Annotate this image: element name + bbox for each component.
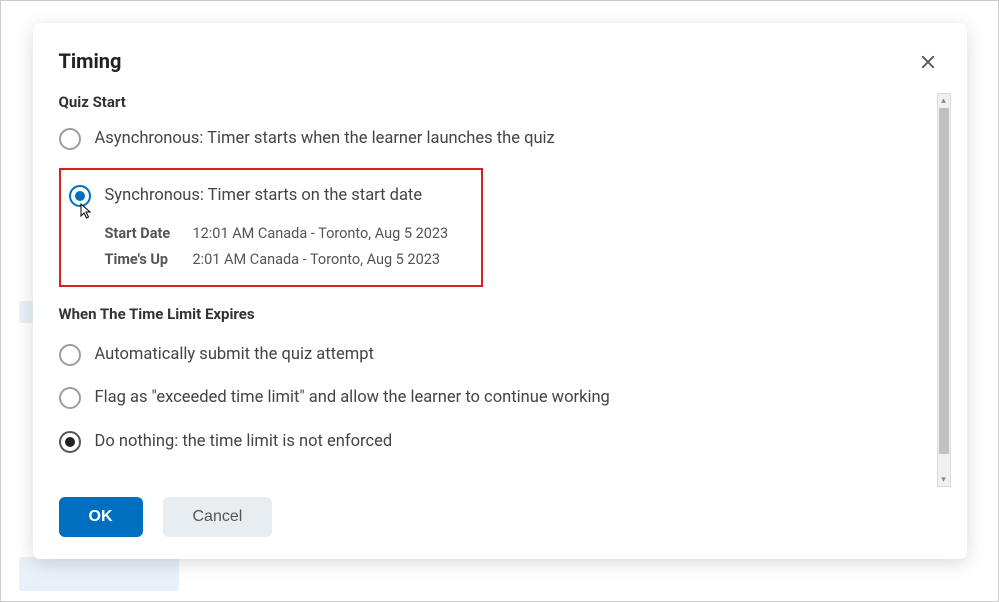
start-date-label: Start Date	[105, 221, 179, 247]
times-up-value: 2:01 AM Canada - Toronto, Aug 5 2023	[193, 247, 441, 273]
modal-footer: OK Cancel	[59, 497, 941, 537]
modal-title: Timing	[59, 49, 122, 73]
radio-flag-label: Flag as "exceeded time limit" and allow …	[95, 386, 610, 409]
radio-flag[interactable]	[59, 387, 81, 409]
cancel-button[interactable]: Cancel	[163, 497, 273, 537]
highlight-annotation: Synchronous: Timer starts on the start d…	[59, 168, 483, 287]
times-up-label: Time's Up	[105, 247, 179, 273]
scrollbar[interactable]: ▴ ▾	[937, 93, 951, 487]
radio-row-sync[interactable]: Synchronous: Timer starts on the start d…	[69, 178, 473, 213]
timing-modal: Timing Quiz Start Asynchronous: Timer st…	[33, 23, 967, 559]
ok-button[interactable]: OK	[59, 497, 143, 537]
radio-autosubmit-label: Automatically submit the quiz attempt	[95, 343, 374, 366]
close-icon	[919, 53, 937, 71]
radio-row-donothing[interactable]: Do nothing: the time limit is not enforc…	[59, 420, 927, 463]
when-expires-heading: When The Time Limit Expires	[59, 305, 927, 323]
start-date-value: 12:01 AM Canada - Toronto, Aug 5 2023	[193, 221, 449, 247]
scroll-up-arrow-icon[interactable]: ▴	[938, 94, 950, 107]
radio-async[interactable]	[59, 128, 81, 150]
radio-sync-label: Synchronous: Timer starts on the start d…	[105, 184, 423, 207]
radio-async-label: Asynchronous: Timer starts when the lear…	[95, 127, 555, 150]
radio-donothing[interactable]	[59, 431, 81, 453]
scrollbar-thumb[interactable]	[939, 108, 949, 454]
scroll-down-arrow-icon[interactable]: ▾	[938, 473, 950, 486]
radio-donothing-label: Do nothing: the time limit is not enforc…	[95, 430, 393, 453]
radio-autosubmit[interactable]	[59, 344, 81, 366]
radio-row-flag[interactable]: Flag as "exceeded time limit" and allow …	[59, 376, 927, 419]
radio-row-async[interactable]: Asynchronous: Timer starts when the lear…	[59, 121, 927, 156]
sync-details: Start Date 12:01 AM Canada - Toronto, Au…	[105, 221, 473, 273]
quiz-start-heading: Quiz Start	[59, 93, 927, 111]
modal-overlay: Timing Quiz Start Asynchronous: Timer st…	[1, 1, 998, 601]
radio-sync[interactable]	[69, 185, 91, 207]
modal-body: Quiz Start Asynchronous: Timer starts wh…	[59, 93, 941, 463]
radio-row-autosubmit[interactable]: Automatically submit the quiz attempt	[59, 333, 927, 376]
close-button[interactable]	[915, 49, 941, 75]
